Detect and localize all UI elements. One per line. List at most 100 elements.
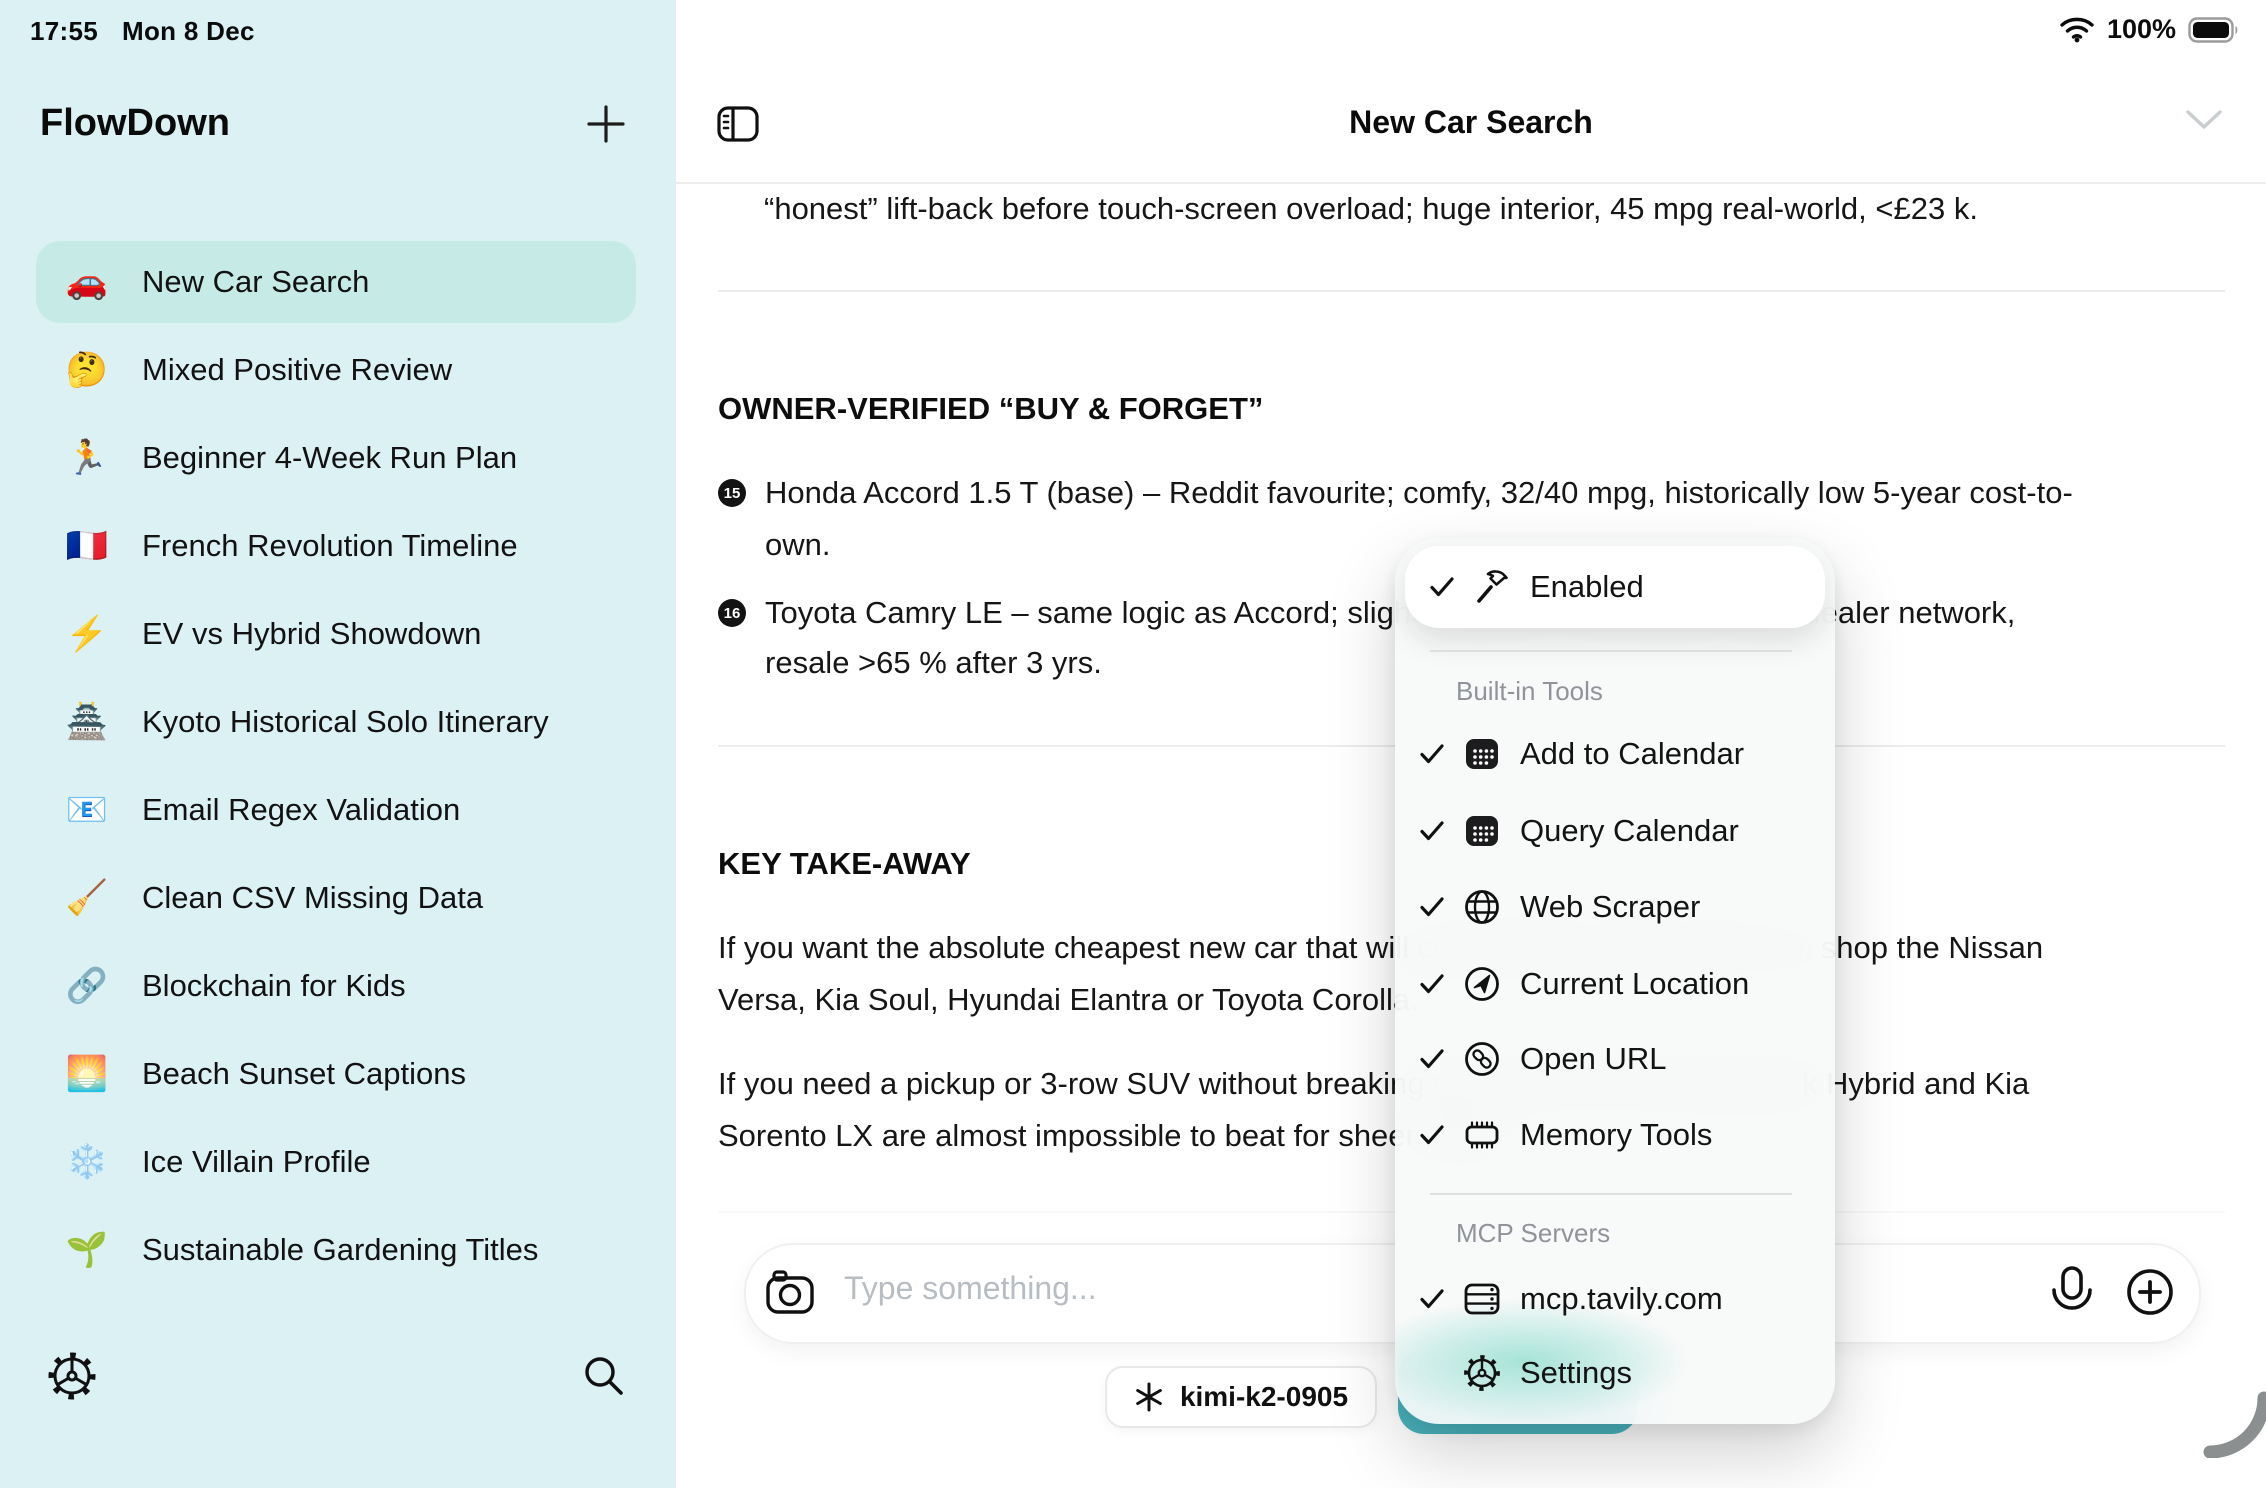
hammer-icon (1469, 568, 1515, 606)
loading-arc (2196, 1384, 2266, 1458)
checkmark-icon (1419, 1288, 1445, 1310)
attachments-button[interactable] (2124, 1266, 2176, 1318)
menu-item-memory-tools[interactable]: Memory Tools (1395, 1096, 1835, 1174)
sidebar-item-email-regex[interactable]: 📧 Email Regex Validation (36, 769, 636, 851)
menu-item-mcp-tavily[interactable]: mcp.tavily.com (1395, 1260, 1835, 1338)
paragraph-line: If you want the absolute cheapest new ca… (718, 927, 2043, 969)
input-placeholder: Type something... (844, 1270, 1097, 1307)
section-heading: OWNER-VERIFIED “BUY & FORGET” (718, 388, 1263, 430)
lightning-emoji-icon: ⚡ (58, 614, 116, 654)
camera-button[interactable] (764, 1266, 816, 1318)
search-button[interactable] (578, 1350, 630, 1402)
asterisk-icon (1134, 1382, 1164, 1412)
menu-item-open-url[interactable]: Open URL (1395, 1020, 1835, 1098)
location-icon (1459, 965, 1505, 1003)
broom-emoji-icon: 🧹 (58, 878, 116, 918)
menu-item-label: Memory Tools (1520, 1117, 1712, 1153)
sidebar-item-clean-csv[interactable]: 🧹 Clean CSV Missing Data (36, 857, 636, 939)
paragraph-line: Sorento LX are almost impossible to beat… (718, 1115, 1507, 1157)
menu-item-label: Enabled (1530, 569, 1644, 605)
list-number-badge: 15 (718, 479, 746, 507)
sidebar-item-new-car-search[interactable]: 🚗 New Car Search (36, 241, 636, 323)
menu-separator (1430, 1193, 1792, 1195)
flowdown-app: 17:55 Mon 8 Dec FlowDown 🚗 New Car Searc… (0, 0, 2266, 1488)
snowflake-emoji-icon: ❄️ (58, 1142, 116, 1182)
menu-item-label: Open URL (1520, 1041, 1666, 1077)
settings-gear-button[interactable] (46, 1350, 98, 1402)
chevron-down-icon (2184, 108, 2224, 132)
menu-section-header: Built-in Tools (1456, 676, 1603, 707)
model-name: kimi-k2-0905 (1180, 1381, 1348, 1413)
menu-item-label: Query Calendar (1520, 813, 1739, 849)
sidebar-item-french-revolution[interactable]: 🇫🇷 French Revolution Timeline (36, 505, 636, 587)
memory-chip-icon (1459, 1118, 1505, 1152)
menu-item-label: Web Scraper (1520, 889, 1700, 925)
sidebar-item-sustainable-gardening[interactable]: 🌱 Sustainable Gardening Titles (36, 1209, 636, 1291)
menu-item-enabled[interactable]: Enabled (1405, 546, 1825, 628)
link-icon (1459, 1040, 1505, 1078)
header-divider (676, 182, 2266, 184)
sidebar-item-kyoto-itinerary[interactable]: 🏯 Kyoto Historical Solo Itinerary (36, 681, 636, 763)
model-selector[interactable]: kimi-k2-0905 (1105, 1366, 1377, 1428)
gear-icon (1459, 1353, 1505, 1393)
app-title: FlowDown (40, 102, 230, 145)
sidebar-item-label: Mixed Positive Review (142, 352, 452, 388)
plus-icon (585, 103, 627, 145)
menu-item-label: Current Location (1520, 966, 1749, 1002)
sidebar-item-label: Clean CSV Missing Data (142, 880, 483, 916)
sidebar-item-beach-sunset[interactable]: 🌅 Beach Sunset Captions (36, 1033, 636, 1115)
thinking-emoji-icon: 🤔 (58, 350, 116, 390)
calendar-icon (1459, 737, 1505, 771)
checkmark-icon (1419, 820, 1445, 842)
content-divider (718, 290, 2225, 292)
checkmark-icon (1419, 1048, 1445, 1070)
sidebar-item-label: Ice Villain Profile (142, 1144, 371, 1180)
checkmark-icon (1429, 576, 1455, 598)
calendar-icon (1459, 814, 1505, 848)
email-emoji-icon: 📧 (58, 790, 116, 830)
sidebar-item-label: French Revolution Timeline (142, 528, 518, 564)
sidebar-item-blockchain-kids[interactable]: 🔗 Blockchain for Kids (36, 945, 636, 1027)
menu-item-settings[interactable]: Settings (1395, 1334, 1835, 1412)
menu-item-web-scraper[interactable]: Web Scraper (1395, 868, 1835, 946)
sidebar-item-label: Beginner 4-Week Run Plan (142, 440, 517, 476)
sidebar-item-label: EV vs Hybrid Showdown (142, 616, 481, 652)
sidebar-item-label: Beach Sunset Captions (142, 1056, 466, 1092)
link-emoji-icon: 🔗 (58, 966, 116, 1006)
sidebar-item-label: Kyoto Historical Solo Itinerary (142, 704, 549, 740)
menu-item-add-to-calendar[interactable]: Add to Calendar (1395, 715, 1835, 793)
title-menu-button[interactable] (2184, 108, 2224, 132)
status-bar-left: 17:55 Mon 8 Dec (30, 16, 255, 47)
list-number-badge: 16 (718, 599, 746, 627)
menu-item-label: Settings (1520, 1355, 1632, 1391)
menu-item-query-calendar[interactable]: Query Calendar (1395, 792, 1835, 870)
sidebar-item-mixed-positive-review[interactable]: 🤔 Mixed Positive Review (36, 329, 636, 411)
sunrise-emoji-icon: 🌅 (58, 1054, 116, 1094)
sidebar-item-label: Sustainable Gardening Titles (142, 1232, 538, 1268)
sidebar: 17:55 Mon 8 Dec FlowDown 🚗 New Car Searc… (0, 0, 676, 1488)
list-item-line: own. (765, 524, 830, 566)
server-icon (1459, 1282, 1505, 1316)
castle-emoji-icon: 🏯 (58, 702, 116, 742)
battery-icon (2188, 17, 2240, 43)
battery-percent: 100% (2107, 14, 2176, 45)
checkmark-icon (1419, 1124, 1445, 1146)
globe-icon (1459, 888, 1505, 926)
checkmark-icon (1419, 973, 1445, 995)
sidebar-item-ev-vs-hybrid[interactable]: ⚡ EV vs Hybrid Showdown (36, 593, 636, 675)
france-flag-emoji-icon: 🇫🇷 (58, 526, 116, 566)
message-line: “honest” lift-back before touch-screen o… (764, 188, 1978, 230)
sidebar-item-run-plan[interactable]: 🏃 Beginner 4-Week Run Plan (36, 417, 636, 499)
sidebar-item-ice-villain[interactable]: ❄️ Ice Villain Profile (36, 1121, 636, 1203)
menu-item-label: Add to Calendar (1520, 736, 1744, 772)
dictation-button[interactable] (2046, 1264, 2098, 1320)
status-bar-right: 100% (2059, 14, 2240, 45)
list-item-line: resale >65 % after 3 yrs. (765, 642, 1102, 684)
menu-item-current-location[interactable]: Current Location (1395, 945, 1835, 1023)
search-icon (581, 1353, 627, 1399)
menu-section-header: MCP Servers (1456, 1218, 1610, 1249)
checkmark-icon (1419, 743, 1445, 765)
section-heading: KEY TAKE-AWAY (718, 843, 971, 885)
new-chat-button[interactable] (582, 100, 630, 148)
seedling-emoji-icon: 🌱 (58, 1230, 116, 1270)
